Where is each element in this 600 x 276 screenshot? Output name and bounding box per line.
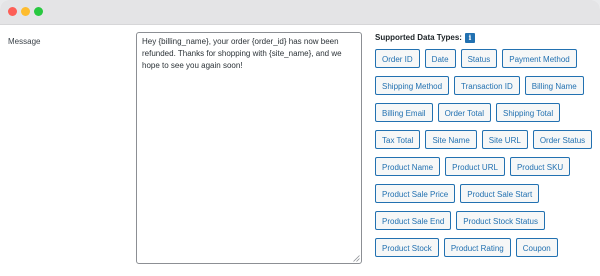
tag-transaction-id-button[interactable]: Transaction ID <box>454 76 520 95</box>
tag-order-status-button[interactable]: Order Status <box>532 130 593 149</box>
tag-site-name-button[interactable]: Site Name <box>425 130 477 149</box>
tag-coupon-button[interactable]: Coupon <box>515 238 558 257</box>
tag-billing-name-button[interactable]: Billing Name <box>524 76 584 95</box>
tag-product-url-button[interactable]: Product URL <box>445 157 505 176</box>
tag-billing-email-button[interactable]: Billing Email <box>375 103 433 122</box>
info-icon[interactable]: i <box>464 33 475 43</box>
tag-product-stock-status-button[interactable]: Product Stock Status <box>456 211 545 230</box>
maximize-window-button[interactable] <box>34 7 43 16</box>
tag-product-sale-end-button[interactable]: Product Sale End <box>375 211 452 230</box>
resize-handle-icon[interactable] <box>353 255 360 262</box>
tag-order-id-button[interactable]: Order ID <box>375 49 420 68</box>
tag-product-sku-button[interactable]: Product SKU <box>509 157 571 176</box>
data-types-title: Supported Data Types: <box>375 33 462 42</box>
tag-product-name-button[interactable]: Product Name <box>375 157 441 176</box>
message-label: Message <box>8 37 41 46</box>
message-text: Hey {billing_name}, your order {order_id… <box>142 37 342 70</box>
data-type-tags: Order ID Date Status Payment Method Shipping… <box>375 49 595 257</box>
tag-product-sale-start-button[interactable]: Product Sale Start <box>460 184 540 203</box>
close-window-button[interactable] <box>8 7 17 16</box>
tag-shipping-total-button[interactable]: Shipping Total <box>496 103 561 122</box>
tag-date-button[interactable]: Date <box>424 49 456 68</box>
tag-shipping-method-button[interactable]: Shipping Method <box>375 76 450 95</box>
app-window: Message Hey {billing_name}, your order {… <box>0 0 600 276</box>
tag-status-button[interactable]: Status <box>460 49 498 68</box>
message-textarea[interactable]: Hey {billing_name}, your order {order_id… <box>136 32 362 264</box>
supported-data-types: Supported Data Types: i Order ID Date Stat… <box>375 32 595 257</box>
tag-tax-total-button[interactable]: Tax Total <box>375 130 421 149</box>
tag-product-sale-price-button[interactable]: Product Sale Price <box>375 184 456 203</box>
tag-product-rating-button[interactable]: Product Rating <box>443 238 511 257</box>
settings-panel: Message Hey {billing_name}, your order {… <box>0 25 600 276</box>
window-titlebar <box>0 0 600 25</box>
tag-site-url-button[interactable]: Site URL <box>481 130 528 149</box>
tag-payment-method-button[interactable]: Payment Method <box>502 49 577 68</box>
tag-product-stock-button[interactable]: Product Stock <box>375 238 439 257</box>
data-types-heading: Supported Data Types: i <box>375 32 595 44</box>
minimize-window-button[interactable] <box>21 7 30 16</box>
tag-order-total-button[interactable]: Order Total <box>437 103 492 122</box>
